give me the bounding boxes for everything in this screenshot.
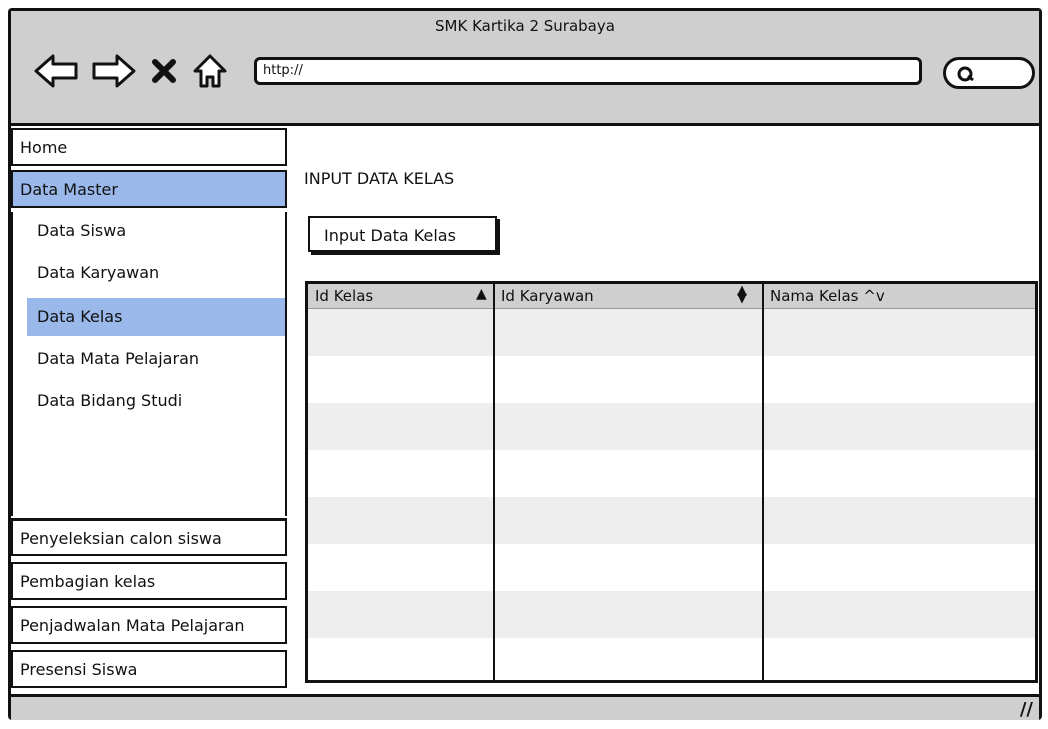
sidebar-item-presensi[interactable]: Presensi Siswa <box>11 650 287 688</box>
column-divider <box>493 284 495 680</box>
sidebar-item-label: Presensi Siswa <box>20 660 138 679</box>
sidebar-item-pembagian-kelas[interactable]: Pembagian kelas <box>11 562 287 600</box>
sidebar-menu: Home Data Master Data Siswa Data Karyawa… <box>11 126 288 692</box>
sidebar-item-penyeleksian[interactable]: Penyeleksian calon siswa <box>11 518 287 556</box>
table-row[interactable] <box>308 356 1035 403</box>
resize-handle-icon[interactable]: // <box>1020 699 1033 720</box>
table-row[interactable] <box>308 450 1035 497</box>
table-row[interactable] <box>308 403 1035 450</box>
submenu-item-data-bidang-studi[interactable]: Data Bidang Studi <box>27 382 285 420</box>
table-row[interactable] <box>308 497 1035 544</box>
column-divider <box>762 284 764 680</box>
forward-arrow-icon[interactable] <box>91 52 137 94</box>
url-bar[interactable]: http:// <box>254 57 922 85</box>
url-text: http:// <box>263 63 303 78</box>
submenu-item-data-mata-pelajaran[interactable]: Data Mata Pelajaran <box>27 340 285 378</box>
submenu-item-label: Data Karyawan <box>37 263 160 282</box>
sidebar-item-home[interactable]: Home <box>11 128 287 166</box>
submenu-item-data-kelas[interactable]: Data Kelas <box>27 298 285 336</box>
submenu-item-label: Data Kelas <box>37 307 123 326</box>
submenu-item-label: Data Siswa <box>37 221 127 240</box>
submenu-item-label: Data Mata Pelajaran <box>37 349 200 368</box>
column-header-id-karyawan[interactable]: Id Karyawan <box>501 287 594 305</box>
submenu-item-label: Data Bidang Studi <box>37 391 183 410</box>
sidebar-item-penjadwalan[interactable]: Penjadwalan Mata Pelajaran <box>11 606 287 644</box>
data-master-submenu: Data Siswa Data Karyawan Data Kelas Data… <box>11 212 287 516</box>
data-table: Id Kelas ▲ Id Karyawan ▲ ▼ Nama Kelas ^v <box>305 281 1038 683</box>
sidebar-item-label: Pembagian kelas <box>20 572 156 591</box>
home-icon[interactable] <box>191 53 229 93</box>
sort-asc-icon[interactable]: ▲ <box>476 286 487 302</box>
page-title: INPUT DATA KELAS <box>304 169 455 188</box>
sidebar-item-label: Home <box>20 138 68 157</box>
sidebar-item-label: Penyeleksian calon siswa <box>20 529 222 548</box>
submenu-item-data-siswa[interactable]: Data Siswa <box>27 212 285 250</box>
close-icon[interactable] <box>149 56 179 90</box>
sort-both-icon[interactable]: ▲ ▼ <box>737 284 747 305</box>
column-header-id-kelas[interactable]: Id Kelas <box>315 287 373 305</box>
status-bar: // <box>11 694 1039 720</box>
table-row[interactable] <box>308 309 1035 356</box>
sidebar-item-label: Penjadwalan Mata Pelajaran <box>20 616 245 635</box>
sidebar-item-data-master[interactable]: Data Master <box>11 170 287 208</box>
submenu-item-data-karyawan[interactable]: Data Karyawan <box>27 254 285 292</box>
table-header: Id Kelas ▲ Id Karyawan ▲ ▼ Nama Kelas ^v <box>308 284 1035 309</box>
column-header-nama-kelas[interactable]: Nama Kelas ^v <box>770 287 885 305</box>
button-label: Input Data Kelas <box>324 226 456 245</box>
search-icon[interactable] <box>956 65 978 85</box>
sidebar-item-label: Data Master <box>20 180 118 199</box>
browser-toolbar: SMK Kartika 2 Surabaya http:// <box>11 11 1039 126</box>
input-data-kelas-button[interactable]: Input Data Kelas <box>308 216 497 252</box>
back-arrow-icon[interactable] <box>33 52 79 94</box>
window-title: SMK Kartika 2 Surabaya <box>435 17 615 35</box>
search-box[interactable] <box>943 57 1035 89</box>
table-row[interactable] <box>308 638 1035 680</box>
nav-controls <box>33 53 229 93</box>
table-row[interactable] <box>308 591 1035 638</box>
browser-window: SMK Kartika 2 Surabaya http:// Home Data… <box>8 8 1042 720</box>
table-row[interactable] <box>308 544 1035 591</box>
